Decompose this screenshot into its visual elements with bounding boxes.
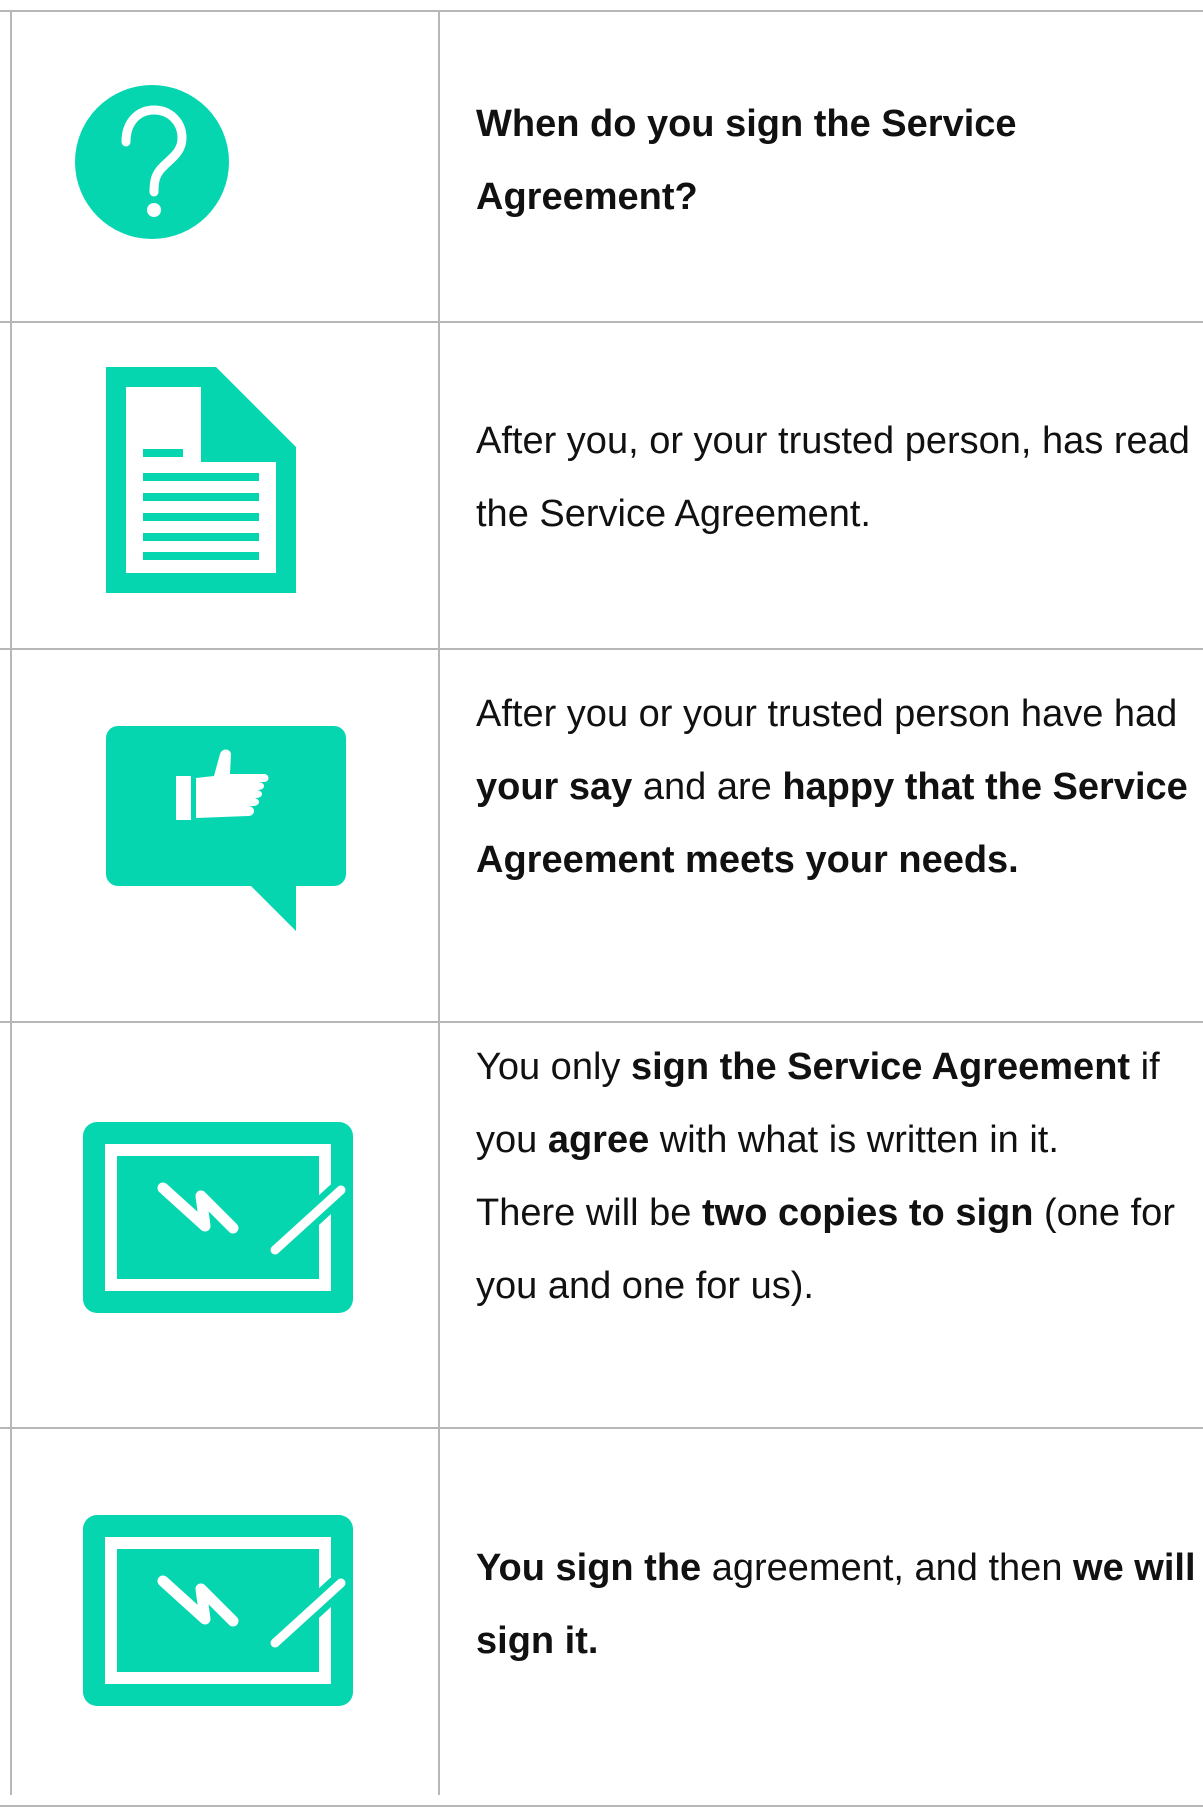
text-run: and are (632, 766, 783, 808)
text-run: There will be (476, 1192, 702, 1234)
question-circle-icon (75, 85, 229, 239)
text-run: After you or your trusted person have ha… (476, 693, 1178, 735)
text-run: agree (547, 1119, 650, 1161)
row-text: When do you sign the Service Agreement? (476, 88, 1196, 234)
signature-icon (83, 1122, 353, 1313)
row-text: After you or your trusted person have ha… (476, 678, 1196, 897)
row-text: After you, or your trusted person, has r… (476, 405, 1196, 551)
text-run: After you, or your trusted person, has r… (476, 420, 1190, 535)
signature-icon (83, 1515, 353, 1706)
thumbs-up-speech-bubble-icon (106, 726, 346, 931)
text-run: You only (476, 1046, 631, 1088)
text-run: You sign the (476, 1547, 702, 1589)
text-run: sign the Service Agreement (630, 1046, 1131, 1088)
document-icon (106, 367, 296, 593)
text-run: two copies to sign (701, 1192, 1034, 1234)
row-text: You only sign the Service Agreement if y… (476, 1031, 1196, 1323)
text-run: with what is written in it. (649, 1119, 1059, 1161)
text-run: agreement, and then (701, 1547, 1074, 1589)
text-run: your say (476, 766, 633, 808)
row-text: You sign the agreement, and then we will… (476, 1532, 1196, 1678)
text-run: When do you sign the Service Agreement? (476, 103, 1017, 218)
